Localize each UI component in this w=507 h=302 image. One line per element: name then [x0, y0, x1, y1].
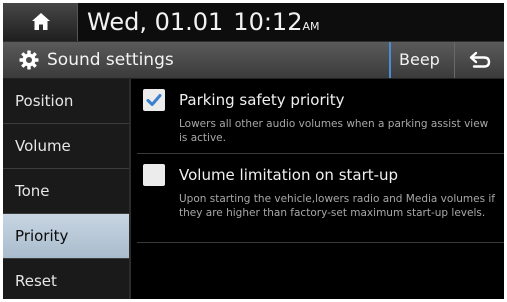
- option-parking-safety-priority[interactable]: Parking safety priority Lowers all other…: [131, 89, 504, 151]
- option-label: Volume limitation on start-up: [179, 166, 399, 184]
- home-button[interactable]: [3, 3, 78, 41]
- time-text: 10:12: [233, 8, 303, 36]
- date-text: Wed, 01.01: [87, 8, 224, 36]
- back-button[interactable]: [454, 42, 504, 78]
- page-title: Sound settings: [47, 50, 174, 70]
- clock: Wed, 01.01 10:12AM: [87, 7, 319, 37]
- gear-icon: [19, 50, 39, 70]
- parking-safety-checkbox[interactable]: [143, 89, 165, 111]
- sidebar-item-reset[interactable]: Reset: [3, 259, 129, 299]
- sidebar-item-tone[interactable]: Tone: [3, 169, 129, 214]
- status-bar: Wed, 01.01 10:12AM: [3, 3, 504, 41]
- option-divider: [137, 242, 504, 243]
- ampm-text: AM: [302, 20, 320, 33]
- sidebar-item-priority[interactable]: Priority: [3, 214, 129, 259]
- option-description: Lowers all other audio volumes when a pa…: [179, 118, 489, 144]
- sidebar-menu: Position Volume Tone Priority Reset: [3, 79, 129, 299]
- home-icon: [32, 13, 50, 30]
- sidebar-item-position[interactable]: Position: [3, 79, 129, 124]
- option-label: Parking safety priority: [179, 91, 345, 109]
- title-bar: Sound settings Beep: [3, 42, 504, 79]
- back-arrow-icon: [469, 51, 491, 68]
- beep-button[interactable]: Beep: [389, 42, 452, 78]
- volume-limitation-checkbox[interactable]: [143, 164, 165, 186]
- settings-list: Parking safety priority Lowers all other…: [131, 79, 504, 299]
- option-divider: [137, 153, 504, 154]
- sidebar-item-volume[interactable]: Volume: [3, 124, 129, 169]
- screen: Wed, 01.01 10:12AM Sound settings Beep P…: [3, 3, 504, 299]
- option-volume-limitation[interactable]: Volume limitation on start-up Upon start…: [131, 164, 504, 240]
- option-description: Upon starting the vehicle,lowers radio a…: [179, 193, 495, 219]
- checkmark-icon: [146, 94, 162, 106]
